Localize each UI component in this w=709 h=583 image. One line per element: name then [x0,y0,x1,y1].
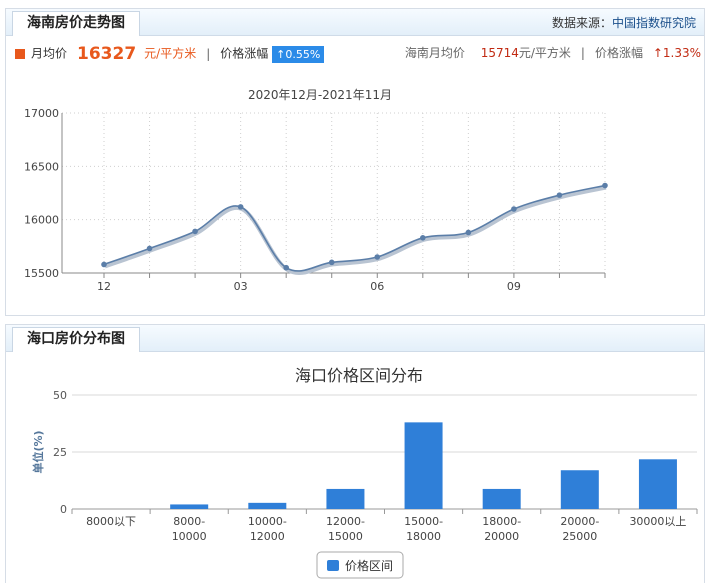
change-badge: ↑0.55% [272,45,325,63]
divider: | [206,46,211,61]
bar [482,488,521,509]
bar [248,502,287,509]
region-stats: 海南月均价 15714元/平方米 | 价格涨幅 ↑1.33% [405,44,701,61]
source-link[interactable]: 中国指数研究院 [612,16,696,30]
avg-price-value: 16327 [77,44,137,64]
chart-title: 2020年12月-2021年11月 [248,88,392,102]
data-point [237,204,244,210]
bar [638,459,677,509]
data-point [192,228,198,235]
data-point [328,259,335,266]
x-tick-label: 18000- [482,515,521,528]
x-tick-label: 09 [507,280,521,293]
data-point [511,206,517,212]
y-tick-label: 16000 [24,214,59,227]
x-tick-label: 18000 [406,530,441,543]
data-point [556,192,563,198]
price-stats: 月均价 16327 元/平方米 | 价格涨幅 ↑0.55% 海南月均价 15714元/平… [15,44,701,68]
x-tick-label: 20000 [484,530,519,543]
series-line [103,184,606,272]
x-tick-label: 06 [370,280,384,293]
region-avg-label: 海南月均价 [404,46,465,60]
legend-label: 价格区间 [345,558,393,573]
x-tick-label: 03 [234,280,248,293]
bar [404,422,443,509]
change-label: 价格涨幅 [220,46,269,61]
avg-price-label: 月均价 [31,46,68,61]
price-distribution-chart: 海口价格区间分布 50 25 0 单位(%) 8000以下 8000- 10000 10000-… [31,366,698,579]
bar [170,504,209,509]
distribution-panel-title: 海口房价分布图 [12,327,140,352]
x-tick-label: 12000 [250,530,285,543]
data-point [283,264,289,271]
trend-panel-header: 海南房价走势图 数据来源：中国指数研究院 [6,9,704,36]
x-tick-label: 12000- [326,515,365,528]
x-tick-label: 12 [97,280,111,293]
x-tick-label: 8000以下 [86,515,136,528]
y-tick-label: 0 [60,503,67,516]
region-change-label: 价格涨幅 [594,46,643,60]
bar [560,470,599,509]
x-tick-label: 20000- [560,515,599,528]
data-point [465,229,472,236]
y-tick-label: 50 [53,389,67,402]
y-tick-label: 15500 [24,267,59,280]
x-tick-label: 10000- [248,515,287,528]
x-tick-label: 8000- [173,515,205,528]
data-point [146,245,153,252]
y-tick-label: 16500 [24,160,59,173]
region-avg-unit: 元/平方米 [518,46,571,60]
divider: | [580,46,585,60]
bar [326,488,365,509]
data-point [602,182,608,189]
distribution-panel-header: 海口房价分布图 [6,325,704,352]
y-axis-label: 单位(%) [31,430,45,473]
x-tick-label: 25000 [562,530,597,543]
region-avg-value: 15714 [480,46,519,60]
x-tick-label: 10000 [172,530,207,543]
chart-title: 海口价格区间分布 [295,366,423,385]
y-tick-label: 17000 [24,107,59,120]
trend-panel-title: 海南房价走势图 [12,11,140,36]
avg-price-unit: 元/平方米 [144,46,197,61]
x-tick-label: 15000- [404,515,443,528]
price-trend-chart: 2020年12月-2021年11月 17000 16500 16000 15500 12 0… [24,88,608,293]
data-point [420,235,426,241]
data-point [101,261,107,268]
x-tick-label: 15000 [328,530,363,543]
x-tick-label: 30000以上 [629,515,686,528]
avg-price-marker [15,49,25,59]
legend-swatch [327,560,339,571]
y-tick-label: 25 [53,446,67,459]
region-change-value: ↑1.33% [652,46,701,60]
data-source: 数据来源：中国指数研究院 [552,14,696,31]
legend: 价格区间 [316,551,404,579]
source-label: 数据来源： [551,16,612,30]
data-point [374,254,381,260]
